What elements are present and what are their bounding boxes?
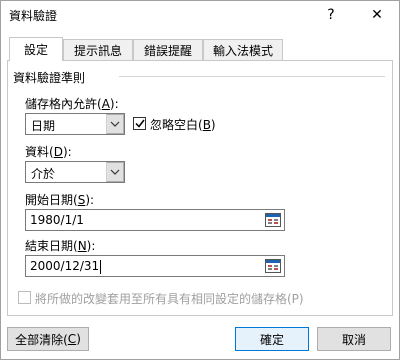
group-divider bbox=[119, 76, 385, 77]
allow-label: 儲存格內允許(A): bbox=[25, 97, 119, 111]
start-date-input[interactable]: 1980/1/1 bbox=[25, 209, 285, 231]
data-value: 介於 bbox=[31, 167, 56, 181]
data-label: 資料(D): bbox=[25, 145, 72, 159]
ignore-blank-label[interactable]: 忽略空白(B) bbox=[150, 116, 216, 133]
end-date-collapse-button[interactable] bbox=[263, 256, 283, 276]
data-validation-dialog: 資料驗證 ? ✕ 設定 提示訊息 錯誤提醒 輸入法模式 資料驗證準則 儲存格內允… bbox=[0, 0, 400, 360]
start-date-value: 1980/1/1 bbox=[30, 213, 84, 227]
text-caret bbox=[100, 259, 102, 274]
apply-all-label: 將所做的改變套用至所有具有相同設定的儲存格(P) bbox=[35, 292, 304, 306]
ok-button[interactable]: 確定 bbox=[235, 327, 309, 351]
ignore-blank-checkbox[interactable] bbox=[133, 117, 146, 130]
tab-settings-label: 設定 bbox=[23, 43, 48, 57]
end-date-value: 2000/12/31 bbox=[30, 259, 102, 274]
chevron-down-icon bbox=[106, 114, 124, 134]
collapse-dialog-icon bbox=[265, 259, 281, 273]
tab-input-message[interactable]: 提示訊息 bbox=[63, 39, 133, 60]
help-button[interactable]: ? bbox=[309, 1, 353, 29]
criteria-group-title: 資料驗證準則 bbox=[13, 71, 86, 85]
clear-all-button[interactable]: 全部清除(C) bbox=[7, 327, 89, 351]
allow-value: 日期 bbox=[31, 119, 56, 133]
collapse-dialog-icon bbox=[265, 213, 281, 227]
start-date-collapse-button[interactable] bbox=[263, 210, 283, 230]
chevron-down-icon bbox=[106, 162, 124, 182]
close-button[interactable]: ✕ bbox=[355, 1, 399, 29]
ok-button-label: 確定 bbox=[259, 332, 284, 347]
tab-input-message-label: 提示訊息 bbox=[73, 43, 122, 58]
tab-ime-mode-label: 輸入法模式 bbox=[212, 43, 273, 58]
tab-error-alert[interactable]: 錯誤提醒 bbox=[133, 39, 203, 60]
cancel-button[interactable]: 取消 bbox=[317, 327, 391, 351]
tab-settings[interactable]: 設定 bbox=[9, 37, 63, 61]
window-title: 資料驗證 bbox=[9, 9, 58, 23]
tab-error-alert-label: 錯誤提醒 bbox=[143, 43, 192, 58]
data-dropdown[interactable]: 介於 bbox=[25, 161, 125, 183]
end-date-input[interactable]: 2000/12/31 bbox=[25, 255, 285, 277]
title-bar: 資料驗證 ? ✕ bbox=[1, 1, 399, 29]
help-icon: ? bbox=[327, 7, 335, 23]
cancel-button-label: 取消 bbox=[341, 332, 366, 347]
end-date-label: 結束日期(N): bbox=[25, 239, 96, 253]
apply-all-checkbox[interactable] bbox=[18, 291, 31, 304]
tab-ime-mode[interactable]: 輸入法模式 bbox=[203, 39, 283, 60]
start-date-label: 開始日期(S): bbox=[25, 193, 95, 207]
close-icon: ✕ bbox=[371, 7, 383, 23]
allow-dropdown[interactable]: 日期 bbox=[25, 113, 125, 135]
checkmark-icon bbox=[134, 119, 145, 128]
